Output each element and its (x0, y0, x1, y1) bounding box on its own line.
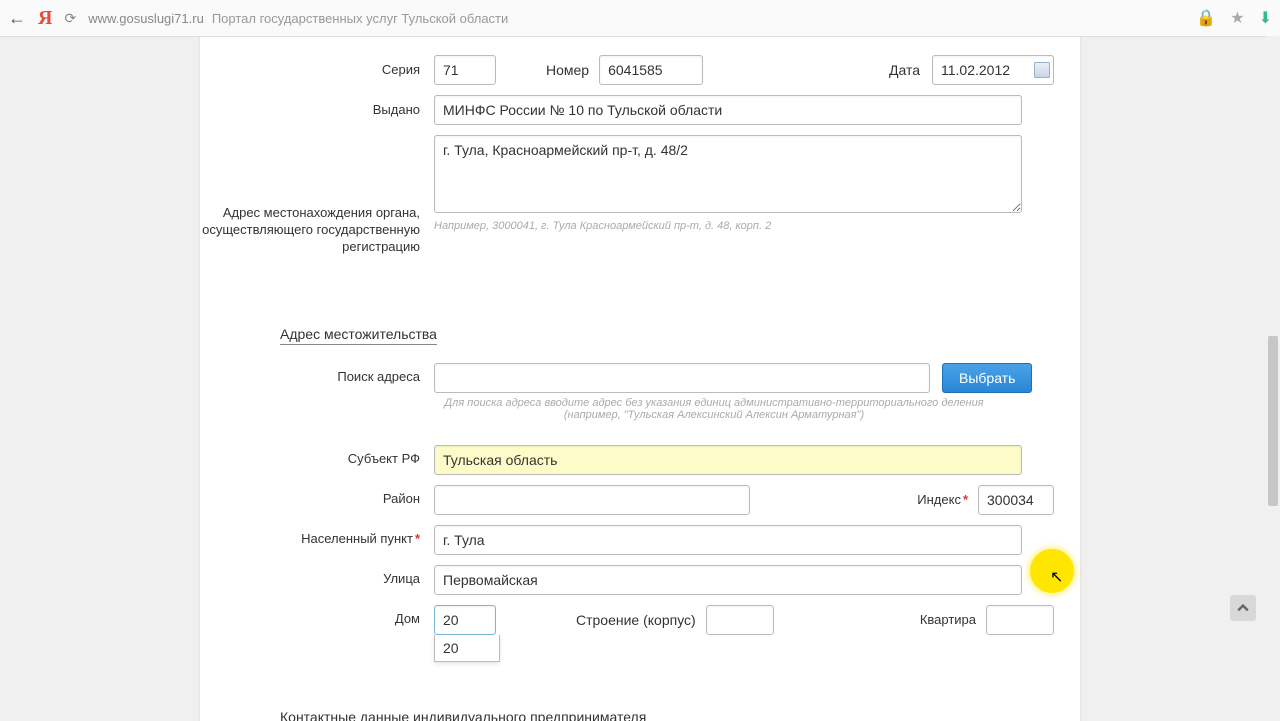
label-authority-address: Адрес местонахождения органа, осуществля… (200, 135, 434, 256)
page-title: Портал государственных услуг Тульской об… (212, 11, 508, 26)
url-domain: www.gosuslugi71.ru (88, 11, 204, 26)
label-house: Дом (200, 611, 434, 628)
number-input[interactable] (599, 55, 703, 85)
lock-icon[interactable]: 🔒 (1196, 8, 1216, 28)
label-district: Район (200, 491, 434, 508)
section-residence-title: Адрес местожительства (280, 326, 437, 345)
label-series: Серия (200, 62, 434, 79)
form-panel: Серия Номер Дата Выдано Адрес местонахож… (200, 37, 1080, 721)
label-apartment: Квартира (920, 612, 976, 627)
section-contacts-title: Контактные данные индивидуального предпр… (280, 709, 646, 721)
page-viewport: Серия Номер Дата Выдано Адрес местонахож… (0, 37, 1280, 721)
house-input[interactable] (434, 605, 496, 635)
label-subject: Субъект РФ (200, 451, 434, 468)
building-input[interactable] (706, 605, 774, 635)
label-number: Номер (546, 62, 589, 78)
authority-address-textarea[interactable] (434, 135, 1022, 213)
authority-hint: Например, 3000041, г. Тула Красноармейск… (434, 220, 1022, 232)
locality-input[interactable] (434, 525, 1022, 555)
reload-button[interactable]: ⟳ (64, 10, 76, 27)
calendar-icon[interactable] (1034, 62, 1050, 78)
label-building: Строение (корпус) (576, 612, 696, 628)
label-street: Улица (200, 571, 434, 588)
vertical-scrollbar-thumb[interactable] (1268, 336, 1278, 506)
scroll-to-top-button[interactable] (1230, 595, 1256, 621)
back-button[interactable]: ← (8, 8, 26, 29)
apartment-input[interactable] (986, 605, 1054, 635)
street-input[interactable] (434, 565, 1022, 595)
index-input[interactable] (978, 485, 1054, 515)
search-hint: Для поиска адреса вводите адрес без указ… (434, 397, 994, 421)
download-icon[interactable]: ⬇ (1259, 8, 1272, 28)
mouse-cursor-icon: ↖ (1050, 567, 1063, 587)
bookmark-star-icon[interactable]: ★ (1230, 8, 1244, 28)
vertical-scrollbar-track[interactable] (1266, 36, 1280, 720)
series-input[interactable] (434, 55, 496, 85)
address-bar[interactable]: www.gosuslugi71.ru Портал государственны… (88, 11, 1184, 26)
issued-input[interactable] (434, 95, 1022, 125)
district-input[interactable] (434, 485, 750, 515)
label-issued: Выдано (200, 102, 434, 119)
label-locality: Населенный пункт* (200, 531, 434, 548)
subject-input[interactable] (434, 445, 1022, 475)
yandex-logo-icon[interactable]: Я (38, 7, 52, 30)
search-address-input[interactable] (434, 363, 930, 393)
label-search-address: Поиск адреса (200, 363, 434, 386)
label-index: Индекс* (917, 492, 968, 507)
label-date: Дата (889, 62, 920, 78)
browser-toolbar: ← Я ⟳ www.gosuslugi71.ru Портал государс… (0, 0, 1280, 37)
select-button[interactable]: Выбрать (942, 363, 1032, 393)
house-autocomplete-option[interactable]: 20 (434, 635, 500, 662)
